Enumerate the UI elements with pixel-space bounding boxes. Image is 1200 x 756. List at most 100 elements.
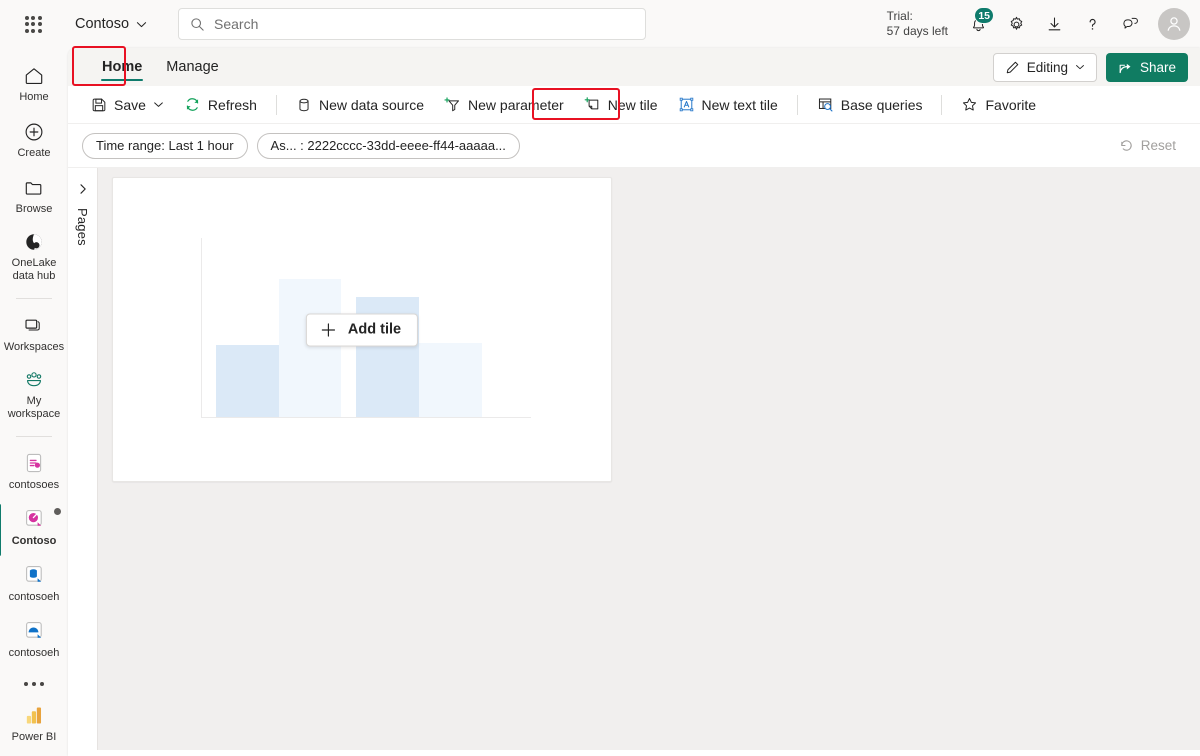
favorite-button[interactable]: Favorite [952, 90, 1045, 120]
toolbar-label: New text tile [701, 96, 778, 113]
sidebar-item-contosoeh-eventhouse[interactable]: contosoeh [2, 558, 66, 610]
chart-y-axis [201, 238, 203, 418]
chip-label: Time range: Last 1 hour [96, 138, 234, 153]
sidebar-item-label: OneLake data hub [11, 256, 57, 282]
canvas-surface[interactable]: Add tile [98, 168, 1200, 750]
fabric-realtime-dashboard-page: Contoso Search Trial: 57 days left 15 Ho… [0, 0, 1200, 756]
sidebar-item-label: Home [19, 91, 49, 103]
more-options-icon[interactable] [2, 670, 66, 698]
notifications-bell-icon[interactable]: 15 [960, 6, 996, 42]
share-button[interactable]: Share [1105, 52, 1188, 82]
parameter-chip[interactable]: As... : 2222cccc-33dd-eeee-ff44-aaaaa... [256, 132, 520, 159]
product-switcher-power-bi[interactable]: Power BI [2, 698, 66, 750]
eventhouse-item-icon [22, 563, 46, 588]
sidebar-item-create[interactable]: Create [2, 114, 66, 166]
tenant-name: Contoso [75, 16, 130, 32]
sidebar-item-contoso[interactable]: Contoso [0, 502, 66, 556]
sidebar-item-onelake-data-hub[interactable]: OneLake data hub [2, 226, 66, 289]
dashboard-canvas: Pages Add tile [68, 168, 1200, 750]
chevron-right-icon[interactable] [72, 178, 94, 200]
reset-filters-button[interactable]: Reset [1109, 132, 1186, 160]
eventstream-item-icon [22, 451, 46, 476]
add-tile-label: Add tile [347, 321, 402, 338]
refresh-icon [184, 96, 201, 113]
power-bi-logo [23, 703, 46, 728]
reset-label: Reset [1140, 138, 1176, 153]
nav-divider [16, 435, 52, 437]
toolbar-label: New data source [318, 96, 425, 113]
editing-label: Editing [1026, 59, 1068, 75]
search-placeholder: Search [214, 16, 259, 32]
sidebar-item-contosoeh-kql-database[interactable]: contosoeh [2, 614, 66, 666]
chart-x-axis [201, 416, 531, 418]
sidebar-item-my-workspace[interactable]: My workspace [2, 364, 66, 427]
base-queries-button[interactable]: Base queries [808, 90, 932, 120]
share-label: Share [1139, 59, 1176, 75]
ribbon-tabs: Home Manage Editing Share [68, 48, 1200, 86]
help-icon[interactable] [1074, 6, 1110, 42]
search-input[interactable]: Search [178, 8, 647, 40]
create-plus-icon [23, 119, 45, 144]
trial-status: Trial: 57 days left [887, 9, 948, 39]
reset-history-icon [1119, 138, 1134, 153]
feedback-icon[interactable] [1112, 6, 1148, 42]
tab-label: Home [102, 59, 143, 75]
tenant-switcher[interactable]: Contoso [66, 10, 156, 38]
toolbar-label: Save [114, 96, 146, 113]
trial-label: Trial: [886, 9, 913, 23]
refresh-button[interactable]: Refresh [175, 90, 266, 120]
empty-tile-card[interactable]: Add tile [112, 177, 612, 482]
home-icon [23, 63, 45, 88]
realtime-dashboard-item-icon [22, 507, 46, 532]
toolbar-label: Base queries [840, 96, 923, 113]
time-range-chip[interactable]: Time range: Last 1 hour [82, 132, 248, 159]
sidebar-item-home[interactable]: Home [2, 58, 66, 110]
new-data-source-button[interactable]: New data source [287, 90, 433, 120]
pages-panel: Pages [68, 168, 98, 750]
chevron-down-icon [136, 19, 147, 30]
search-icon [190, 17, 205, 32]
new-text-tile-button[interactable]: New text tile [669, 90, 787, 120]
toolbar-separator [941, 94, 943, 115]
editing-mode-button[interactable]: Editing [992, 52, 1097, 82]
account-avatar[interactable] [1158, 8, 1190, 40]
new-parameter-button[interactable]: New parameter [435, 90, 573, 120]
tab-manage[interactable]: Manage [154, 48, 230, 86]
app-launcher-icon[interactable] [14, 5, 52, 43]
new-tile-button[interactable]: New tile [575, 90, 667, 120]
unsaved-indicator-dot [54, 507, 61, 515]
sidebar-item-label: Workspaces [3, 340, 65, 353]
chevron-down-icon[interactable] [153, 99, 164, 110]
share-icon [1118, 60, 1133, 75]
workspaces-icon [23, 313, 45, 338]
chart-bar [216, 344, 279, 417]
pencil-icon [1005, 60, 1020, 75]
new-text-tile-icon [678, 96, 695, 113]
settings-gear-icon[interactable] [998, 6, 1034, 42]
ribbon-right-actions: Editing Share [992, 52, 1200, 82]
command-toolbar: Save Refresh New data source New paramet… [68, 86, 1200, 124]
kql-database-item-icon [22, 619, 46, 644]
toolbar-label: Refresh [207, 96, 257, 113]
save-button[interactable]: Save [82, 90, 173, 120]
sidebar-item-contosoes[interactable]: contosoes [2, 446, 66, 498]
empty-state-placeholder: Add tile [113, 178, 611, 481]
left-navigation: Home Create Browse OneLake data hub Work… [0, 48, 68, 756]
header-actions: Trial: 57 days left 15 [887, 6, 1200, 42]
filter-bar: Time range: Last 1 hour As... : 2222cccc… [68, 124, 1200, 168]
toolbar-separator [275, 94, 277, 115]
waffle-grid [24, 15, 42, 33]
add-tile-button[interactable]: Add tile [305, 313, 419, 346]
sidebar-item-label: contosoeh [8, 590, 60, 603]
sidebar-item-label: My workspace [7, 394, 61, 420]
onelake-icon [23, 231, 45, 254]
browse-folder-icon [23, 175, 45, 200]
sidebar-item-workspaces[interactable]: Workspaces [2, 308, 66, 360]
download-icon[interactable] [1036, 6, 1072, 42]
plus-icon [320, 321, 337, 338]
tab-home[interactable]: Home [90, 48, 154, 86]
sidebar-item-browse[interactable]: Browse [2, 170, 66, 222]
tab-label: Manage [166, 59, 219, 75]
chip-label: As... : 2222cccc-33dd-eeee-ff44-aaaaa... [270, 138, 506, 153]
sidebar-item-label: Create [17, 147, 51, 159]
